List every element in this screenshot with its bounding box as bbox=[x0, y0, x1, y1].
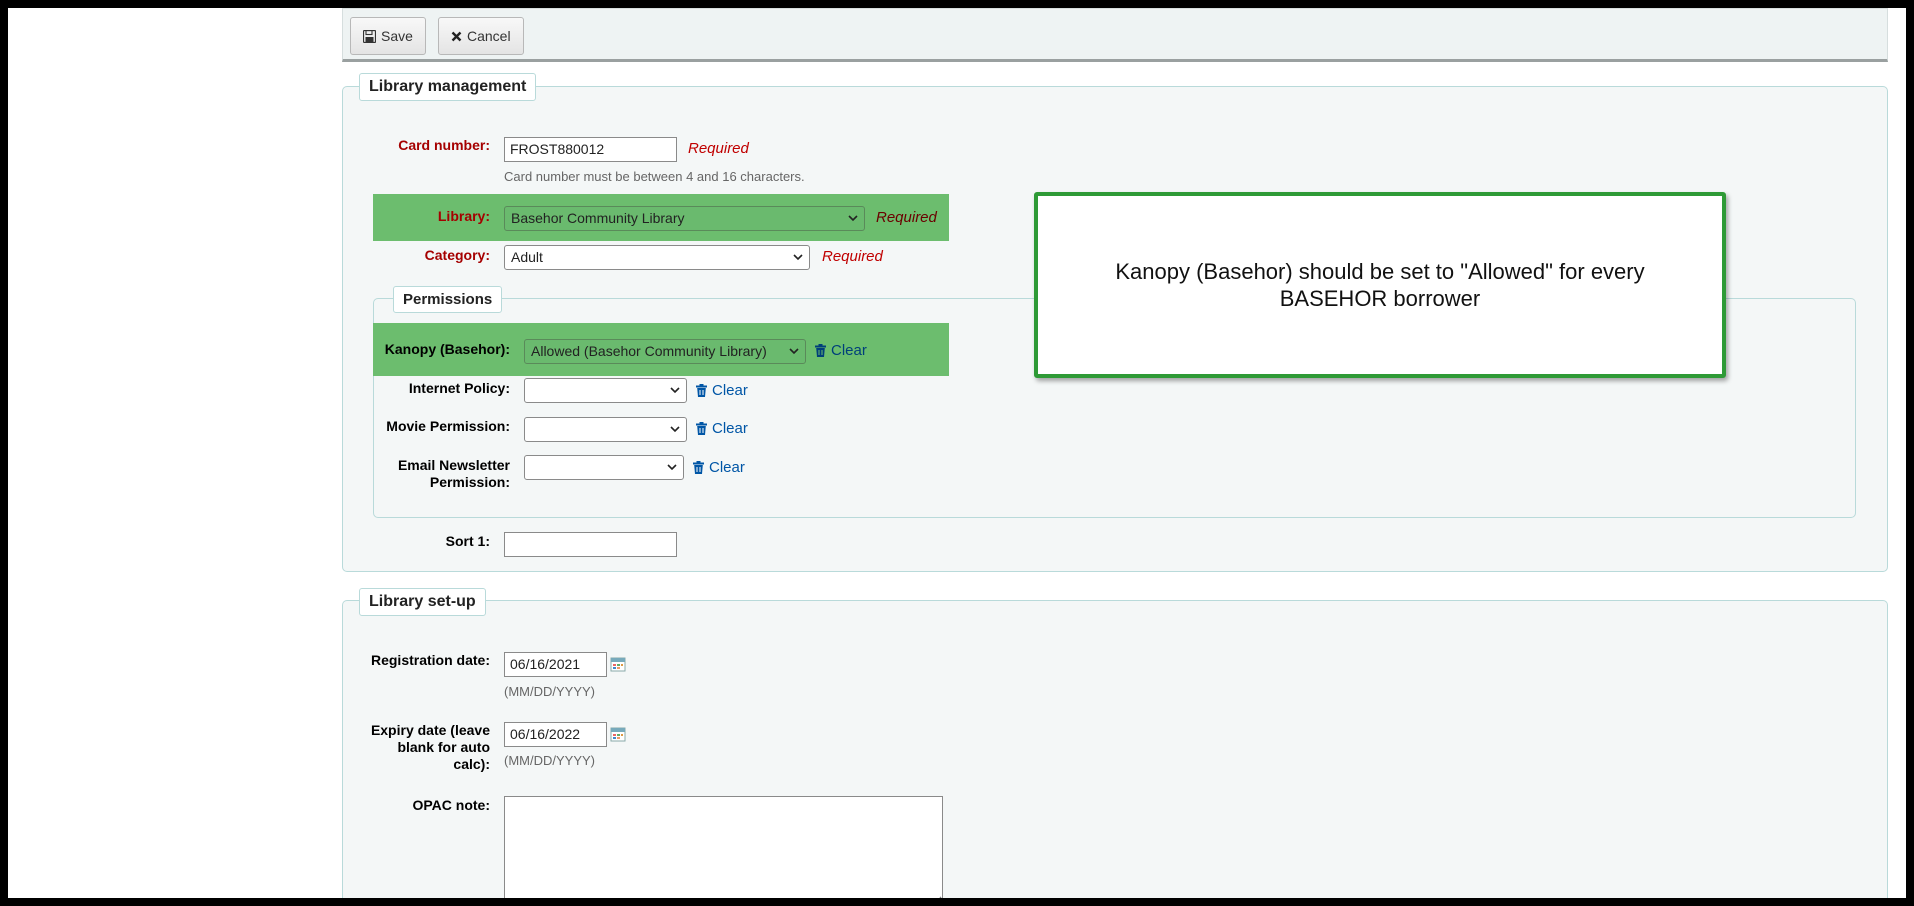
internet-policy-label: Internet Policy: bbox=[408, 380, 510, 396]
frame-border-right bbox=[1906, 0, 1914, 906]
kanopy-label: Kanopy (Basehor): bbox=[384, 341, 510, 357]
internet-policy-clear-label: Clear bbox=[712, 382, 748, 399]
permissions-legend: Permissions bbox=[393, 286, 503, 313]
library-label: Library: bbox=[437, 208, 490, 224]
movie-permission-label: Movie Permission: bbox=[386, 418, 510, 434]
save-button-label: Save bbox=[381, 28, 413, 44]
library-setup-legend: Library set-up bbox=[359, 588, 486, 616]
kanopy-clear-label: Clear bbox=[831, 342, 867, 359]
save-button[interactable]: Save bbox=[350, 17, 426, 55]
chevron-down-icon bbox=[667, 464, 677, 471]
opac-note-label: OPAC note: bbox=[412, 797, 490, 813]
card-number-hint: Card number must be between 4 and 16 cha… bbox=[504, 169, 805, 184]
internet-policy-clear-link[interactable]: Clear bbox=[696, 382, 748, 399]
trash-icon bbox=[696, 422, 707, 435]
annotation-callout-text: Kanopy (Basehor) should be set to "Allow… bbox=[1115, 259, 1645, 311]
email-newsletter-label-line1: Email Newsletter bbox=[397, 457, 510, 473]
card-number-input[interactable]: FROST880012 bbox=[504, 137, 677, 162]
email-newsletter-label-line2: Permission: bbox=[429, 474, 510, 490]
form-toolbar: Save Cancel bbox=[342, 8, 1888, 62]
calendar-icon[interactable] bbox=[610, 656, 626, 672]
sort1-label: Sort 1: bbox=[445, 533, 490, 549]
category-label: Category: bbox=[424, 247, 490, 263]
opac-note-textarea[interactable] bbox=[504, 796, 943, 906]
chevron-down-icon bbox=[789, 348, 799, 355]
category-select-value: Adult bbox=[511, 249, 543, 265]
expiry-date-label-line1: Expiry date (leave bbox=[370, 722, 490, 738]
calendar-icon[interactable] bbox=[610, 726, 626, 742]
library-select[interactable]: Basehor Community Library bbox=[504, 206, 865, 231]
kanopy-select-value: Allowed (Basehor Community Library) bbox=[531, 343, 767, 359]
email-newsletter-select[interactable] bbox=[524, 455, 684, 480]
category-required: Required bbox=[822, 248, 883, 265]
movie-permission-clear-link[interactable]: Clear bbox=[696, 420, 748, 437]
trash-icon bbox=[815, 344, 826, 357]
registration-date-label: Registration date: bbox=[370, 652, 490, 668]
cancel-x-icon bbox=[451, 31, 462, 42]
library-required: Required bbox=[876, 209, 937, 226]
email-newsletter-clear-label: Clear bbox=[709, 459, 745, 476]
cancel-button-label: Cancel bbox=[467, 28, 511, 44]
card-number-label: Card number: bbox=[398, 137, 490, 153]
chevron-down-icon bbox=[670, 387, 680, 394]
chevron-down-icon bbox=[670, 426, 680, 433]
category-select[interactable]: Adult bbox=[504, 245, 810, 270]
save-icon bbox=[363, 29, 376, 43]
sort1-input[interactable] bbox=[504, 532, 677, 557]
trash-icon bbox=[693, 461, 704, 474]
library-select-value: Basehor Community Library bbox=[511, 210, 685, 226]
expiry-date-label: Expiry date (leave blank for auto calc): bbox=[352, 722, 490, 773]
chevron-down-icon bbox=[793, 254, 803, 261]
expiry-date-label-line2: blank for auto bbox=[397, 739, 490, 755]
expiry-date-label-line3: calc): bbox=[453, 756, 490, 772]
annotation-callout: Kanopy (Basehor) should be set to "Allow… bbox=[1034, 192, 1726, 378]
trash-icon bbox=[696, 384, 707, 397]
email-newsletter-clear-link[interactable]: Clear bbox=[693, 459, 745, 476]
email-newsletter-label: Email Newsletter Permission: bbox=[373, 457, 510, 491]
registration-date-input[interactable]: 06/16/2021 bbox=[504, 652, 607, 677]
frame-border-left bbox=[0, 0, 8, 906]
kanopy-clear-link[interactable]: Clear bbox=[815, 342, 867, 359]
internet-policy-select[interactable] bbox=[524, 378, 687, 403]
kanopy-select[interactable]: Allowed (Basehor Community Library) bbox=[524, 339, 806, 364]
frame-border-top bbox=[0, 0, 1914, 8]
library-management-legend: Library management bbox=[359, 73, 537, 101]
movie-permission-clear-label: Clear bbox=[712, 420, 748, 437]
frame-border-bottom bbox=[0, 898, 1914, 906]
expiry-date-format: (MM/DD/YYYY) bbox=[504, 753, 595, 768]
expiry-date-input[interactable]: 06/16/2022 bbox=[504, 722, 607, 747]
movie-permission-select[interactable] bbox=[524, 417, 687, 442]
chevron-down-icon bbox=[848, 215, 858, 222]
registration-date-format: (MM/DD/YYYY) bbox=[504, 684, 595, 699]
card-number-required: Required bbox=[688, 140, 749, 157]
cancel-button[interactable]: Cancel bbox=[438, 17, 524, 55]
